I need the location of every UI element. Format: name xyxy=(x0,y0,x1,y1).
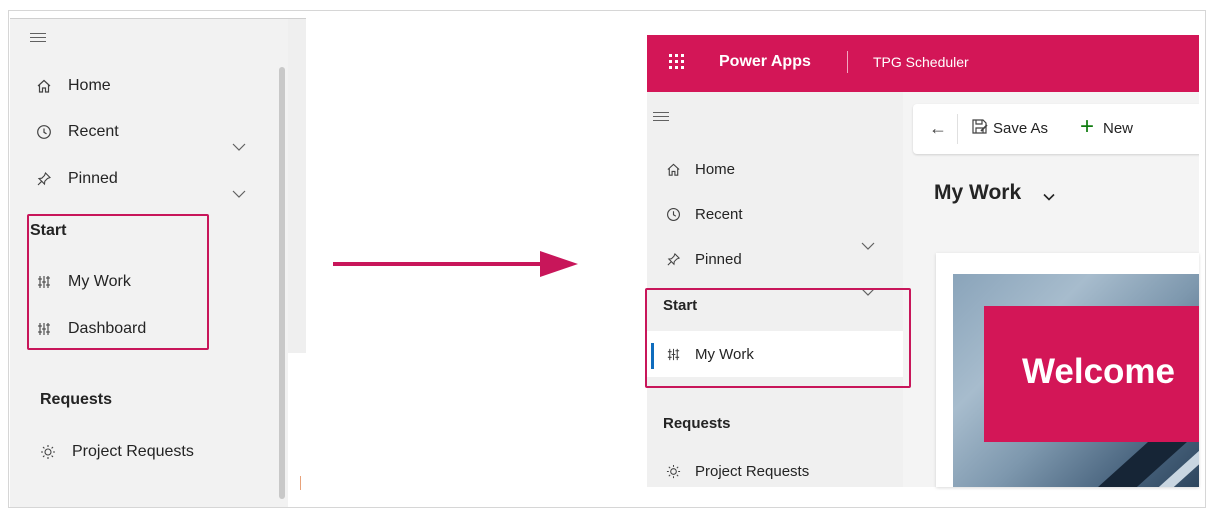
welcome-banner: Welcome xyxy=(984,306,1199,442)
after-nav-item-project-requests[interactable]: Project Requests xyxy=(663,456,809,486)
app-header: Power Apps TPG Scheduler xyxy=(647,35,1199,92)
nav-item-label: Recent xyxy=(68,123,119,140)
chevron-down-icon[interactable] xyxy=(1043,193,1055,201)
before-content-edge xyxy=(288,19,306,353)
transition-arrow-shaft xyxy=(333,262,543,266)
section-title-requests: Requests xyxy=(40,391,113,408)
nav-item-label: Pinned xyxy=(695,250,742,268)
save-as-button[interactable]: Save As xyxy=(993,120,1048,137)
before-nav-item-pinned[interactable]: Pinned xyxy=(34,164,118,194)
command-bar-divider xyxy=(957,114,958,144)
clock-icon xyxy=(34,122,54,142)
lightbulb-icon xyxy=(663,461,683,481)
plus-icon[interactable]: + xyxy=(1080,113,1094,141)
chevron-down-icon[interactable] xyxy=(232,190,246,198)
header-divider xyxy=(847,51,848,73)
nav-item-label: Pinned xyxy=(68,170,118,187)
before-scrollbar-thumb[interactable] xyxy=(279,67,285,499)
hamburger-menu-icon[interactable] xyxy=(653,112,669,122)
nav-item-label: Project Requests xyxy=(72,443,194,460)
nav-item-label: Project Requests xyxy=(695,462,810,480)
new-button[interactable]: New xyxy=(1103,120,1133,137)
home-icon xyxy=(663,159,683,179)
app-launcher-icon[interactable] xyxy=(669,54,685,70)
section-title-requests: Requests xyxy=(663,415,731,432)
after-nav-item-pinned[interactable]: Pinned xyxy=(663,244,742,274)
nav-item-label: Home xyxy=(695,160,736,178)
chevron-down-icon[interactable] xyxy=(232,143,246,151)
hamburger-menu-icon[interactable] xyxy=(30,33,46,43)
before-nav-item-recent[interactable]: Recent xyxy=(34,117,119,147)
welcome-text: Welcome xyxy=(1022,352,1176,391)
home-icon xyxy=(34,76,54,96)
after-start-highlight xyxy=(645,288,911,388)
pin-icon xyxy=(663,249,683,269)
after-nav-item-home[interactable]: Home xyxy=(663,154,735,184)
before-nav-item-home[interactable]: Home xyxy=(34,71,111,101)
nav-item-label: Recent xyxy=(695,205,743,223)
app-name[interactable]: Power Apps xyxy=(719,53,811,71)
command-bar: ← Save As + New xyxy=(913,104,1199,154)
environment-name[interactable]: TPG Scheduler xyxy=(873,54,969,70)
after-nav-item-recent[interactable]: Recent xyxy=(663,199,743,229)
save-as-icon[interactable] xyxy=(971,118,989,136)
before-nav-item-project-requests[interactable]: Project Requests xyxy=(38,437,194,467)
chevron-down-icon[interactable] xyxy=(861,242,875,250)
nav-item-label: Home xyxy=(68,77,111,94)
back-arrow-icon[interactable]: ← xyxy=(929,118,947,139)
before-start-highlight xyxy=(27,214,209,350)
transition-arrow-head xyxy=(540,251,578,277)
lightbulb-icon xyxy=(38,442,58,462)
pin-icon xyxy=(34,169,54,189)
content-edge-mark xyxy=(300,476,301,490)
view-title[interactable]: My Work xyxy=(934,181,1021,205)
clock-icon xyxy=(663,204,683,224)
